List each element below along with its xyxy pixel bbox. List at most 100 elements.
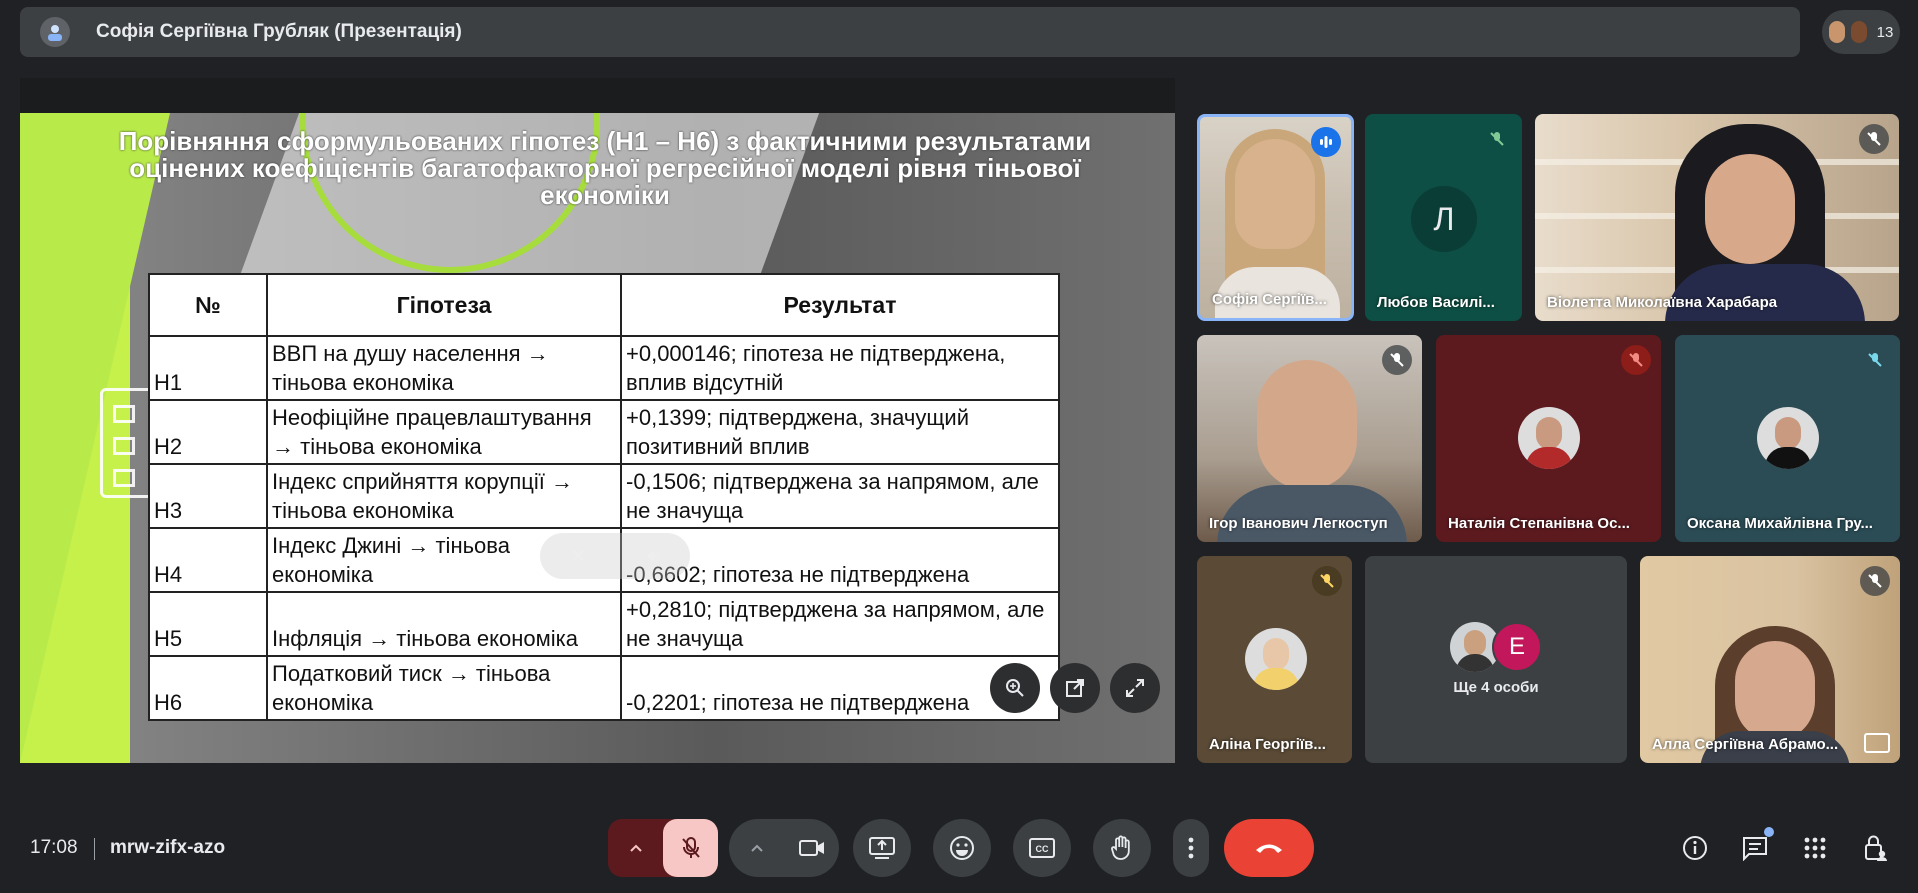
participant-name: Любов Василі... xyxy=(1377,294,1495,311)
hypotheses-table: № Гіпотеза Результат Н1 ВВП на душу насе… xyxy=(148,273,1060,721)
closed-captions-icon: CC xyxy=(1029,838,1055,858)
slide-overlay-controls: ✕ 🔊︎ xyxy=(540,533,690,579)
picture-in-picture-icon[interactable] xyxy=(1864,733,1890,753)
slide-heading: Порівняння сформульованих гіпотез (Н1 – … xyxy=(70,128,1140,209)
participant-tile-sofia[interactable]: Софія Сергіїв... xyxy=(1197,114,1354,321)
info-icon xyxy=(1683,836,1707,860)
row-num: Н2 xyxy=(148,399,268,465)
row-hypothesis: Податковий тиск → тіньова економіка xyxy=(266,655,622,721)
participant-name: Оксана Михайлівна Гру... xyxy=(1687,515,1873,532)
more-participants-label: Ще 4 особи xyxy=(1453,679,1539,696)
fullscreen-button[interactable] xyxy=(1110,663,1160,713)
apps-grid-icon xyxy=(1804,837,1826,859)
audio-options-button[interactable] xyxy=(608,819,663,877)
table-row: Н5 Інфляція → тіньова економіка +0,2810;… xyxy=(148,591,1060,657)
table-row: Н6 Податковий тиск → тіньова економіка -… xyxy=(148,655,1060,721)
chevron-up-icon xyxy=(750,844,763,852)
end-call-icon xyxy=(1256,844,1282,853)
slide-heading-line-1: Порівняння сформульованих гіпотез (Н1 – … xyxy=(118,126,1092,156)
expand-icon xyxy=(1126,679,1144,697)
row-num: Н3 xyxy=(148,463,268,529)
speaking-indicator-icon xyxy=(1311,127,1341,157)
clock: 17:08 xyxy=(30,837,78,858)
chevron-up-icon xyxy=(629,844,642,852)
divider xyxy=(94,838,95,860)
row-num: Н4 xyxy=(148,527,268,593)
raise-hand-button[interactable] xyxy=(1093,819,1151,877)
leave-call-button[interactable] xyxy=(1224,819,1314,877)
presentation-title-bar: Софія Сергіївна Грубляк (Презентація) xyxy=(20,7,1800,57)
presenter-avatar-icon xyxy=(40,17,70,47)
row-result: +0,2810; підтверджена за напрямом, але н… xyxy=(620,591,1060,657)
participants-button[interactable]: 13 xyxy=(1822,10,1900,54)
participant-tile-alina[interactable]: Аліна Георгіїв... xyxy=(1197,556,1352,763)
present-screen-button[interactable] xyxy=(853,819,911,877)
slide-heading-line-2: оцінених коефіцієнтів багатофакторної ре… xyxy=(129,153,1081,210)
participant-tile-igor[interactable]: Ігор Іванович Легкоступ xyxy=(1197,335,1422,542)
column-header-hypothesis: Гіпотеза xyxy=(266,273,622,337)
svg-text:CC: CC xyxy=(1036,844,1049,854)
participant-tile-alla[interactable]: Алла Сергіївна Абрамо... xyxy=(1640,556,1900,763)
meeting-details-button[interactable] xyxy=(1678,831,1712,865)
more-options-button[interactable] xyxy=(1173,819,1209,877)
open-in-new-icon xyxy=(1066,679,1084,697)
mic-off-icon xyxy=(1859,124,1889,154)
hand-icon xyxy=(1111,835,1130,860)
participant-tile-lyubov[interactable]: Л Любов Василі... xyxy=(1365,114,1522,321)
row-result: +0,1399; підтверджена, значущий позитивн… xyxy=(620,399,1060,465)
more-vert-icon xyxy=(1188,837,1194,859)
mic-off-icon xyxy=(1312,566,1342,596)
presentation-stage: Порівняння сформульованих гіпотез (Н1 – … xyxy=(20,78,1175,763)
camera-toggle-button[interactable] xyxy=(784,819,839,877)
table-row: Н2 Неофіційне працевлаштування → тіньова… xyxy=(148,399,1060,465)
video-options-button[interactable] xyxy=(729,819,784,877)
participant-thumb xyxy=(1828,21,1845,43)
pin-icon[interactable]: ✕ xyxy=(570,544,587,569)
mic-off-icon xyxy=(1482,124,1512,154)
row-hypothesis: ВВП на душу населення → тіньова економік… xyxy=(266,335,622,401)
row-num: Н6 xyxy=(148,655,268,721)
mic-toggle-button[interactable] xyxy=(663,819,718,877)
participant-name: Софія Сергіїв... xyxy=(1212,291,1327,308)
row-result: +0,000146; гіпотеза не підтверджена, впл… xyxy=(620,335,1060,401)
column-header-num: № xyxy=(148,273,268,337)
activities-button[interactable] xyxy=(1798,831,1832,865)
pop-out-button[interactable] xyxy=(1050,663,1100,713)
mic-off-icon xyxy=(1860,566,1890,596)
participant-name: Алла Сергіївна Абрамо... xyxy=(1652,736,1839,753)
avatar xyxy=(1245,628,1307,690)
chat-icon xyxy=(1743,837,1767,861)
row-hypothesis: Інфляція → тіньова економіка xyxy=(266,591,622,657)
participant-count: 13 xyxy=(1876,23,1894,41)
table-header-row: № Гіпотеза Результат xyxy=(148,273,1060,337)
participant-tile-violetta[interactable]: Віолетта Миколаївна Харабара xyxy=(1535,114,1899,321)
stage-controls xyxy=(990,663,1160,713)
captions-button[interactable]: CC xyxy=(1013,819,1071,877)
mic-off-icon xyxy=(1621,345,1651,375)
reactions-button[interactable] xyxy=(933,819,991,877)
avatar: Л xyxy=(1411,186,1477,252)
avatar xyxy=(1518,407,1580,469)
volume-icon[interactable]: 🔊︎ xyxy=(647,545,660,568)
mic-off-icon xyxy=(1860,345,1890,375)
participant-name: Аліна Георгіїв... xyxy=(1209,736,1326,753)
row-hypothesis: Неофіційне працевлаштування → тіньова ек… xyxy=(266,399,622,465)
table-row: Н3 Індекс сприйняття корупції → тіньова … xyxy=(148,463,1060,529)
row-hypothesis: Індекс сприйняття корупції → тіньова еко… xyxy=(266,463,622,529)
row-num: Н1 xyxy=(148,335,268,401)
zoom-button[interactable] xyxy=(990,663,1040,713)
host-controls-button[interactable] xyxy=(1858,831,1892,865)
participant-tile-oksana[interactable]: Оксана Михайлівна Гру... xyxy=(1675,335,1900,542)
presentation-title: Софія Сергіївна Грубляк (Презентація) xyxy=(96,21,462,42)
more-participants-tile[interactable]: Е Ще 4 особи xyxy=(1365,556,1627,763)
participant-tile-natalia[interactable]: Наталія Степанівна Ос... xyxy=(1436,335,1661,542)
mic-off-icon xyxy=(1382,345,1412,375)
camera-control xyxy=(729,819,839,877)
participant-name: Віолетта Миколаївна Харабара xyxy=(1547,294,1778,311)
present-screen-icon xyxy=(869,837,895,859)
table-row: Н1 ВВП на душу населення → тіньова еконо… xyxy=(148,335,1060,401)
chat-button[interactable] xyxy=(1738,827,1774,865)
participant-name: Ігор Іванович Легкоступ xyxy=(1209,515,1388,532)
row-result: -0,1506; підтверджена за напрямом, але н… xyxy=(620,463,1060,529)
notification-dot xyxy=(1764,827,1774,837)
